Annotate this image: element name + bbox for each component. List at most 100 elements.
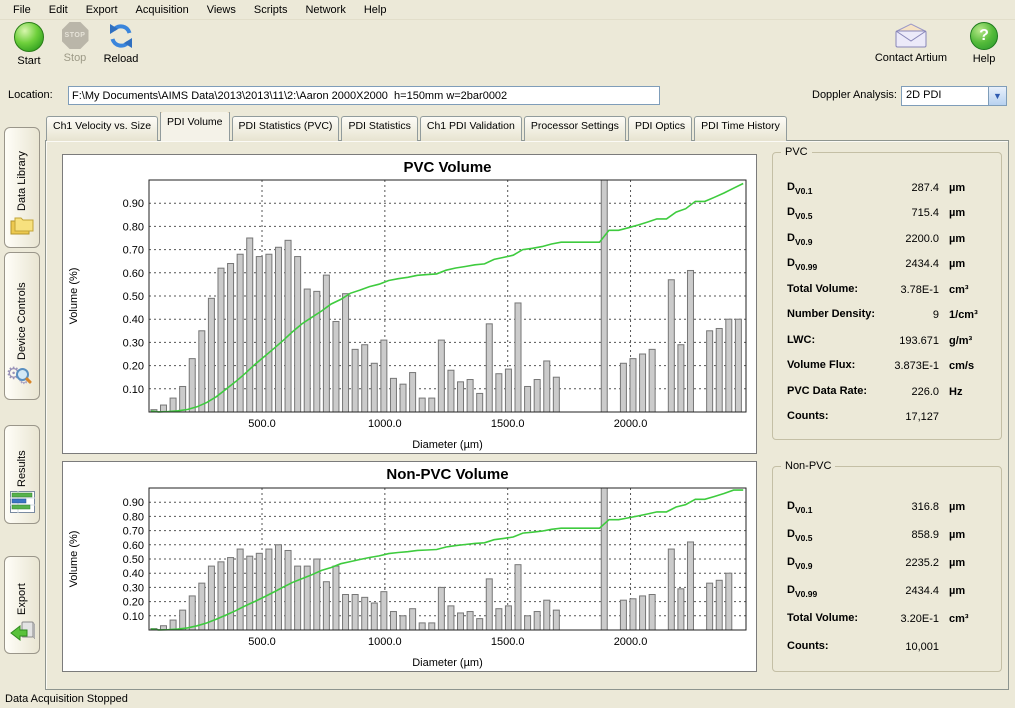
histogram-bar — [285, 240, 291, 412]
pvc-volume-chart: 0.100.200.300.400.500.600.700.800.90500.… — [62, 154, 757, 454]
reload-label: Reload — [104, 53, 139, 65]
menu-edit[interactable]: Edit — [40, 2, 77, 18]
menu-acquisition[interactable]: Acquisition — [127, 2, 198, 18]
histogram-bar — [601, 488, 607, 630]
menu-file[interactable]: File — [4, 2, 40, 18]
help-button[interactable]: ? Help — [965, 22, 1003, 65]
tab-processor-settings[interactable]: Processor Settings — [524, 116, 626, 141]
y-tick-label: 0.50 — [123, 554, 144, 566]
histogram-bar — [371, 603, 377, 630]
y-tick-label: 0.90 — [123, 497, 144, 509]
stop-button[interactable]: STOP Stop — [56, 22, 94, 67]
histogram-bar — [515, 303, 521, 412]
tab-pdi-time-history[interactable]: PDI Time History — [694, 116, 787, 141]
y-tick-label: 0.60 — [123, 268, 144, 280]
histogram-bar — [228, 558, 234, 630]
histogram-bar — [256, 257, 262, 412]
histogram-bar — [735, 319, 741, 412]
tab-pdi-optics[interactable]: PDI Optics — [628, 116, 692, 141]
menu-scripts[interactable]: Scripts — [245, 2, 297, 18]
histogram-bar — [438, 587, 444, 630]
reload-icon — [107, 22, 135, 50]
histogram-bar — [228, 264, 234, 412]
sidebar-label-data-library: Data Library — [16, 128, 28, 215]
gears-icon: ⚙⚙ — [8, 364, 36, 392]
non-pvc-stats-groupbox: Non-PVC DV0.1 316.8µm DV0.5 858.9µm DV0.… — [772, 466, 1002, 672]
histogram-bar — [458, 613, 464, 630]
histogram-bar — [266, 549, 272, 630]
export-arrow-icon — [9, 619, 35, 646]
histogram-bar — [333, 566, 339, 630]
side-tab-strip: Data Library Device Controls ⚙⚙ Results — [0, 112, 45, 690]
sidebar-item-device-controls[interactable]: Device Controls ⚙⚙ — [4, 252, 40, 400]
histogram-bar — [400, 384, 406, 412]
histogram-bar — [649, 349, 655, 412]
menu-network[interactable]: Network — [296, 2, 354, 18]
histogram-bar — [304, 289, 310, 412]
histogram-bar — [668, 280, 674, 412]
x-tick-label: 2000.0 — [614, 418, 648, 430]
tab-pdi-statistics-pvc[interactable]: PDI Statistics (PVC) — [232, 116, 340, 141]
tab-pdi-statistics[interactable]: PDI Statistics — [341, 116, 417, 141]
tab-ch1-velocity-vs-size[interactable]: Ch1 Velocity vs. Size — [46, 116, 158, 141]
stat-row-number-density: Number Density: 91/cm³ — [773, 303, 1001, 329]
x-tick-label: 1000.0 — [368, 418, 402, 430]
y-tick-label: 0.50 — [123, 291, 144, 303]
menu-help[interactable]: Help — [355, 2, 396, 18]
chart-title: PVC Volume — [403, 159, 491, 176]
start-label: Start — [17, 55, 40, 67]
histogram-bar — [716, 580, 722, 630]
non-pvc-volume-chart-svg: 0.100.200.300.400.500.600.700.800.90500.… — [63, 462, 756, 671]
histogram-bar — [266, 254, 272, 412]
tab-ch1-pdi-validation[interactable]: Ch1 PDI Validation — [420, 116, 522, 141]
histogram-bar — [218, 562, 224, 630]
envelope-icon — [893, 22, 929, 49]
histogram-bar — [726, 319, 732, 412]
histogram-bar — [448, 370, 454, 412]
histogram-bar — [438, 340, 444, 412]
histogram-bar — [534, 380, 540, 412]
histogram-bar — [640, 354, 646, 412]
toolbar: Start STOP Stop Reload — [0, 20, 1015, 82]
histogram-bar — [170, 398, 176, 412]
histogram-bar — [285, 550, 291, 630]
menu-export[interactable]: Export — [77, 2, 127, 18]
doppler-analysis-select[interactable]: 2D PDI ▼ — [901, 86, 1007, 106]
stop-label: Stop — [64, 52, 87, 64]
histogram-bar — [525, 616, 531, 630]
x-tick-label: 1000.0 — [368, 636, 402, 648]
histogram-bar — [640, 596, 646, 630]
contact-artium-button[interactable]: Contact Artium — [875, 22, 947, 65]
pvc-groupbox-title: PVC — [781, 146, 812, 158]
histogram-bar — [256, 553, 262, 630]
chevron-down-icon[interactable]: ▼ — [988, 87, 1006, 105]
y-tick-label: 0.20 — [123, 597, 144, 609]
histogram-bar — [486, 579, 492, 630]
histogram-bar — [707, 331, 713, 412]
histogram-bar — [400, 616, 406, 630]
status-bar: Data Acquisition Stopped — [0, 690, 1015, 708]
histogram-bar — [467, 380, 473, 412]
histogram-bar — [333, 322, 339, 412]
tab-pdi-volume[interactable]: PDI Volume — [160, 112, 229, 141]
histogram-bar — [381, 340, 387, 412]
histogram-bar — [237, 549, 243, 630]
histogram-bar — [630, 599, 636, 630]
sidebar-item-data-library[interactable]: Data Library — [4, 127, 40, 248]
sidebar-item-results[interactable]: Results — [4, 425, 40, 524]
histogram-bar — [247, 238, 253, 412]
histogram-bar — [323, 275, 329, 412]
sidebar-item-export[interactable]: Export — [4, 556, 40, 654]
menu-views[interactable]: Views — [198, 2, 245, 18]
reload-button[interactable]: Reload — [102, 22, 140, 67]
location-input[interactable] — [68, 86, 660, 105]
y-axis-label: Volume (%) — [68, 531, 80, 588]
y-tick-label: 0.30 — [123, 337, 144, 349]
menu-bar: File Edit Export Acquisition Views Scrip… — [0, 0, 1015, 20]
sidebar-label-device-controls: Device Controls — [16, 253, 28, 364]
y-tick-label: 0.40 — [123, 314, 144, 326]
x-tick-label: 1500.0 — [491, 636, 525, 648]
histogram-bar — [496, 374, 502, 412]
start-button[interactable]: Start — [10, 22, 48, 67]
stat-row-total-volume: Total Volume: 3.78E-1cm³ — [773, 277, 1001, 303]
